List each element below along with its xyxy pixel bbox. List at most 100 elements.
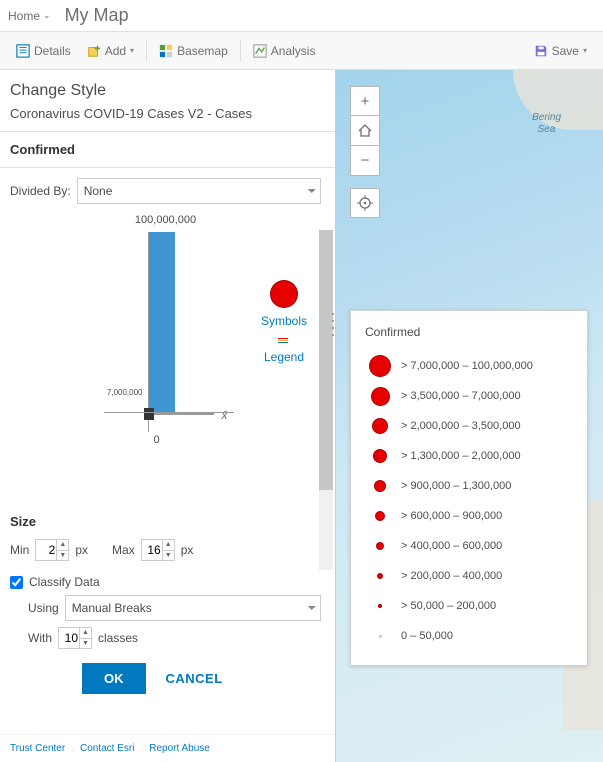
mean-marker: x̄ [222, 408, 228, 422]
spin-up-icon[interactable]: ▲ [80, 628, 91, 639]
legend-popup: Confirmed > 7,000,000 – 100,000,000 > 3,5… [350, 310, 588, 666]
map-label-bering: BeringSea [532, 112, 561, 136]
classes-count-input[interactable]: ▲▼ [58, 627, 92, 649]
legend-link[interactable]: Legend [261, 350, 307, 364]
legend-row: > 7,000,000 – 100,000,000 [365, 351, 573, 381]
chart-ticks: 7,000,000 [99, 390, 143, 396]
histogram-chart[interactable]: 100,000,000 7,000,000 x̄ 0 [66, 214, 266, 464]
legend-row: > 200,000 – 400,000 [365, 561, 573, 591]
style-panel: Change Style Coronavirus COVID-19 Cases … [0, 70, 336, 762]
spin-up-icon[interactable]: ▲ [163, 540, 174, 551]
home-label: Home [8, 9, 40, 23]
symbols-link[interactable]: Symbols [261, 314, 307, 328]
classify-label: Classify Data [29, 575, 100, 589]
analysis-label: Analysis [271, 44, 316, 58]
locate-button[interactable] [350, 188, 380, 218]
px-label: px [181, 543, 194, 557]
symbol-links: Symbols Legend [261, 280, 307, 374]
add-label: Add [105, 44, 126, 58]
chevron-down-icon: ▾ [130, 46, 134, 55]
details-icon [16, 44, 30, 58]
legend-row: > 400,000 – 600,000 [365, 531, 573, 561]
details-button[interactable]: Details [10, 40, 77, 62]
spin-up-icon[interactable]: ▲ [57, 540, 68, 551]
separator [146, 40, 147, 62]
legend-row-label: > 50,000 – 200,000 [401, 600, 496, 612]
home-icon [357, 123, 373, 139]
min-label: Min [10, 543, 29, 557]
basemap-button[interactable]: Basemap [153, 40, 234, 62]
legend-row-label: 0 – 50,000 [401, 630, 453, 642]
add-button[interactable]: Add ▾ [81, 40, 140, 62]
contact-link[interactable]: Contact Esri [80, 743, 134, 754]
report-abuse-link[interactable]: Report Abuse [149, 743, 210, 754]
zoom-out-button[interactable]: − [350, 146, 380, 176]
home-extent-button[interactable] [350, 116, 380, 146]
ok-button[interactable]: OK [82, 663, 146, 694]
legend-row: > 3,500,000 – 7,000,000 [365, 381, 573, 411]
save-label: Save [552, 44, 579, 58]
px-label: px [75, 543, 88, 557]
add-icon [87, 44, 101, 58]
legend-icon [278, 338, 290, 348]
chevron-down-icon: ▾ [583, 46, 587, 55]
classify-method-select[interactable]: Manual Breaks [65, 595, 321, 621]
spin-down-icon[interactable]: ▼ [57, 551, 68, 561]
legend-row-label: > 600,000 – 900,000 [401, 510, 502, 522]
attribute-label: Confirmed [10, 142, 321, 157]
chart-bottom-label: 0 [154, 434, 160, 446]
legend-row-label: > 400,000 – 600,000 [401, 540, 502, 552]
spin-down-icon[interactable]: ▼ [163, 551, 174, 561]
basemap-label: Basemap [177, 44, 228, 58]
basemap-icon [159, 44, 173, 58]
toolbar: Details Add ▾ Basemap Analysis Save ▾ [0, 32, 603, 70]
panel-subtitle: Coronavirus COVID-19 Cases V2 - Cases [10, 106, 321, 131]
min-size-input[interactable]: ▲▼ [35, 539, 69, 561]
legend-row-label: > 1,300,000 – 2,000,000 [401, 450, 521, 462]
max-label: Max [112, 543, 135, 557]
footer-links: Trust Center. Contact Esri. Report Abuse [0, 734, 335, 762]
separator [240, 40, 241, 62]
divided-by-select[interactable]: None [77, 178, 321, 204]
analysis-button[interactable]: Analysis [247, 40, 322, 62]
details-label: Details [34, 44, 71, 58]
legend-row-label: > 2,000,000 – 3,500,000 [401, 420, 521, 432]
legend-row: > 50,000 – 200,000 [365, 591, 573, 621]
with-label: With [28, 631, 52, 645]
chart-top-label: 100,000,000 [135, 214, 196, 226]
map-title: My Map [65, 5, 129, 26]
home-dropdown[interactable]: Home ⌄ [8, 9, 51, 23]
legend-row-label: > 200,000 – 400,000 [401, 570, 502, 582]
legend-row-label: > 3,500,000 – 7,000,000 [401, 390, 521, 402]
save-icon [534, 44, 548, 58]
max-size-input[interactable]: ▲▼ [141, 539, 175, 561]
legend-row: > 1,300,000 – 2,000,000 [365, 441, 573, 471]
classify-checkbox[interactable] [10, 576, 23, 589]
app-header: Home ⌄ My Map [0, 0, 603, 32]
legend-row: > 2,000,000 – 3,500,000 [365, 411, 573, 441]
map-controls: + − [350, 86, 380, 218]
panel-resize-handle[interactable] [330, 310, 336, 338]
legend-row: 0 – 50,000 [365, 621, 573, 651]
cancel-button[interactable]: CANCEL [166, 671, 223, 686]
classes-label: classes [98, 631, 138, 645]
analysis-icon [253, 44, 267, 58]
divided-by-label: Divided By: [10, 184, 71, 198]
legend-row: > 900,000 – 1,300,000 [365, 471, 573, 501]
using-label: Using [28, 601, 59, 615]
panel-scrollbar[interactable] [319, 230, 333, 570]
locate-icon [357, 195, 373, 211]
chart-whisker[interactable] [144, 408, 218, 420]
zoom-in-button[interactable]: + [350, 86, 380, 116]
spin-down-icon[interactable]: ▼ [80, 639, 91, 649]
save-button[interactable]: Save ▾ [528, 40, 593, 62]
minus-icon: − [361, 152, 370, 169]
plus-icon: + [361, 93, 370, 110]
legend-row-label: > 900,000 – 1,300,000 [401, 480, 511, 492]
size-label: Size [10, 514, 321, 529]
legend-row-label: > 7,000,000 – 100,000,000 [401, 360, 533, 372]
trust-center-link[interactable]: Trust Center [10, 743, 65, 754]
legend-title: Confirmed [365, 325, 573, 339]
symbol-preview-circle[interactable] [270, 280, 298, 308]
chevron-down-icon: ⌄ [43, 10, 51, 21]
